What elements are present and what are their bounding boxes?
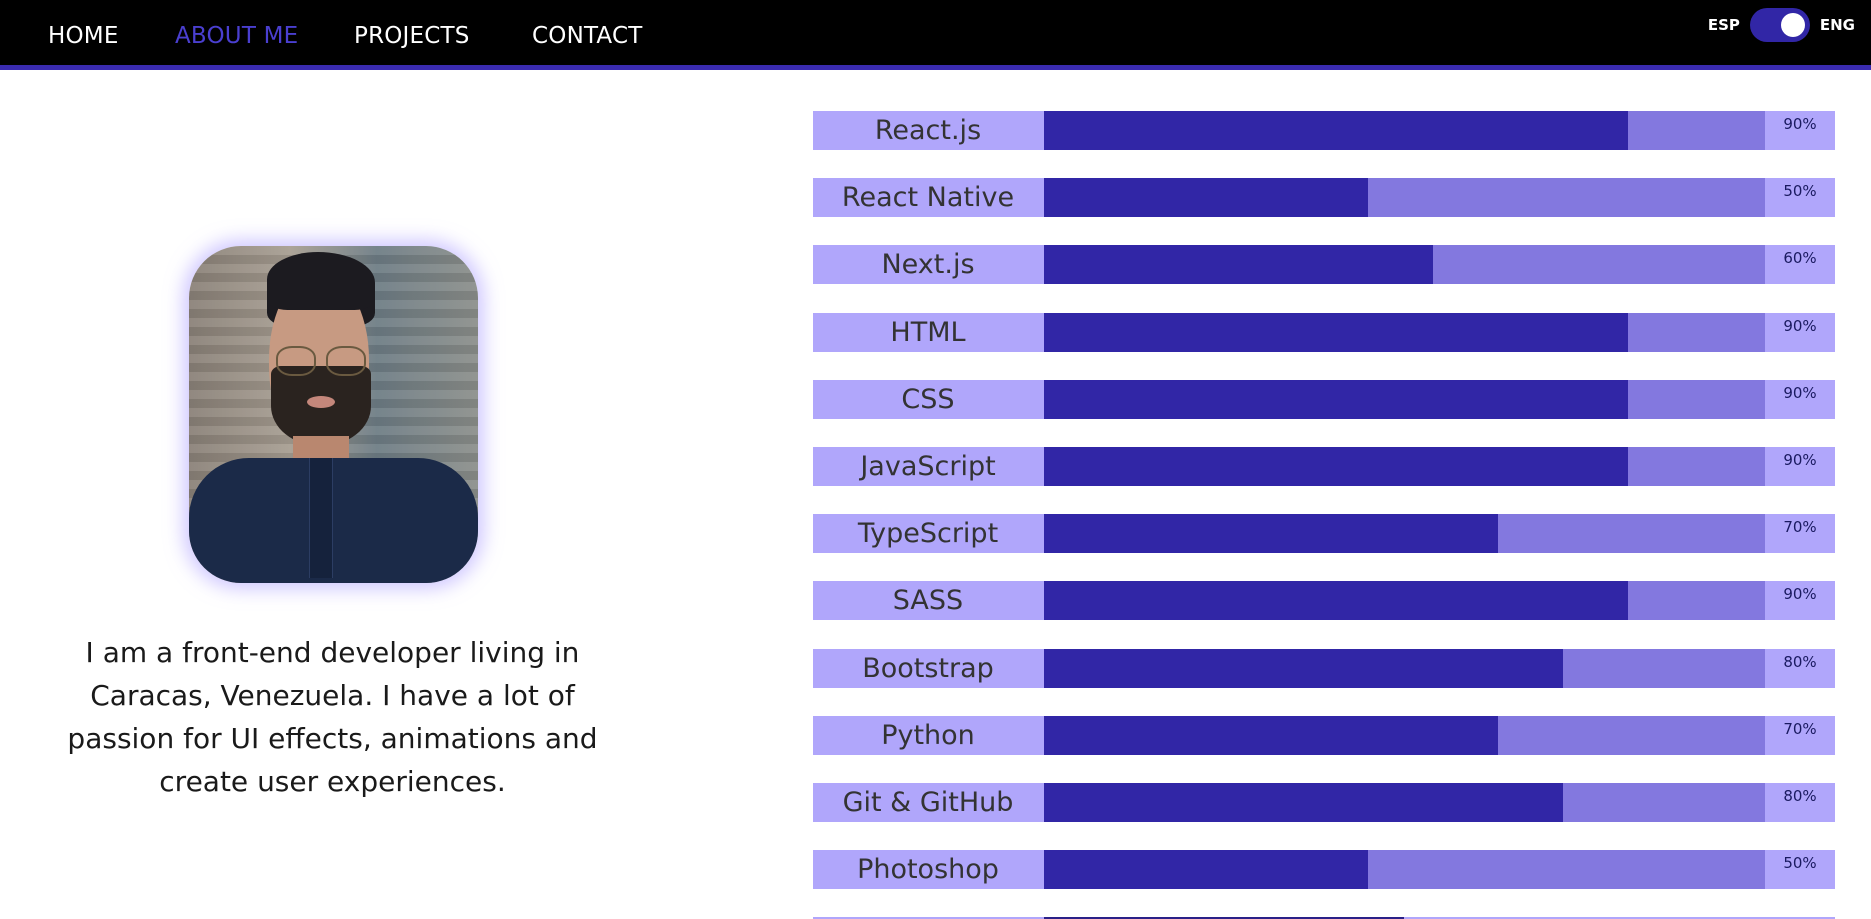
skill-percent-label: 50% bbox=[1783, 854, 1817, 872]
skill-progress-fill bbox=[1044, 581, 1628, 620]
nav-home-link[interactable]: HOME bbox=[48, 20, 119, 52]
skill-row: React Native 50% bbox=[813, 178, 1835, 217]
skill-progress-track bbox=[1044, 783, 1765, 822]
skill-progress-fill bbox=[1044, 649, 1563, 688]
skill-name: HTML bbox=[890, 317, 966, 348]
skill-progress-fill bbox=[1044, 850, 1368, 889]
skill-percent-label: 80% bbox=[1783, 653, 1817, 671]
language-switcher: ESP ENG bbox=[1708, 8, 1855, 42]
skill-name: Python bbox=[881, 720, 975, 751]
skill-percent-label: 50% bbox=[1783, 182, 1817, 200]
skill-progress-track bbox=[1044, 380, 1765, 419]
skill-row: HTML 90% bbox=[813, 313, 1835, 352]
skill-progress-fill bbox=[1044, 447, 1628, 486]
skill-name: Photoshop bbox=[857, 854, 999, 885]
skill-progress-fill bbox=[1044, 783, 1563, 822]
skill-row: Python 70% bbox=[813, 716, 1835, 755]
skill-name: Git & GitHub bbox=[842, 787, 1014, 818]
about-bio-text: I am a front-end developer living in Car… bbox=[67, 636, 598, 798]
skill-progress-fill bbox=[1044, 178, 1368, 217]
skill-percent-label: 90% bbox=[1783, 115, 1817, 133]
nav-projects-link[interactable]: PROJECTS bbox=[354, 20, 470, 52]
skill-percent-label: 70% bbox=[1783, 518, 1817, 536]
photo-hair-top bbox=[267, 252, 375, 310]
skill-progress-track bbox=[1044, 850, 1765, 889]
skill-name: Next.js bbox=[881, 249, 975, 280]
skill-progress-fill bbox=[1044, 716, 1498, 755]
lang-eng-label: ENG bbox=[1819, 16, 1855, 34]
skill-name: React Native bbox=[841, 182, 1015, 213]
photo-shirt-placket bbox=[309, 458, 333, 578]
skill-row: React.js 90% bbox=[813, 111, 1835, 150]
photo-glasses-right bbox=[326, 346, 366, 376]
skill-name: CSS bbox=[901, 384, 955, 415]
skill-percent-label: 80% bbox=[1783, 787, 1817, 805]
skill-percent-label: 70% bbox=[1783, 720, 1817, 738]
skill-progress-track bbox=[1044, 649, 1765, 688]
skill-name: React.js bbox=[874, 115, 982, 146]
skill-row: JavaScript 90% bbox=[813, 447, 1835, 486]
photo-shirt bbox=[189, 458, 478, 583]
skill-row: Bootstrap 80% bbox=[813, 649, 1835, 688]
skill-percent-label: 90% bbox=[1783, 585, 1817, 603]
skill-row: CSS 90% bbox=[813, 380, 1835, 419]
photo-mouth bbox=[307, 396, 335, 408]
skill-name: TypeScript bbox=[857, 518, 999, 549]
profile-photo-image bbox=[189, 246, 478, 583]
skill-progress-fill bbox=[1044, 245, 1433, 284]
profile-photo bbox=[189, 246, 478, 583]
skill-progress-track bbox=[1044, 245, 1765, 284]
skill-percent-label: 90% bbox=[1783, 384, 1817, 402]
skill-progress-fill bbox=[1044, 514, 1498, 553]
skill-progress-track bbox=[1044, 514, 1765, 553]
skill-progress-fill bbox=[1044, 313, 1628, 352]
skill-progress-track bbox=[1044, 716, 1765, 755]
lang-esp-label: ESP bbox=[1707, 16, 1740, 34]
skill-row: Photoshop 50% bbox=[813, 850, 1835, 889]
skill-progress-track bbox=[1044, 178, 1765, 217]
skill-name: JavaScript bbox=[860, 451, 996, 482]
skill-progress-track bbox=[1044, 447, 1765, 486]
skill-percent-label: 60% bbox=[1783, 249, 1817, 267]
nav-contact-link[interactable]: CONTACT bbox=[532, 20, 642, 52]
navbar: HOME ABOUT ME PROJECTS CONTACT ESP ENG bbox=[0, 0, 1871, 70]
skill-row: Next.js 60% bbox=[813, 245, 1835, 284]
skill-row: Git & GitHub 80% bbox=[813, 783, 1835, 822]
skill-row: TypeScript 70% bbox=[813, 514, 1835, 553]
skill-progress-track bbox=[1044, 111, 1765, 150]
toggle-knob bbox=[1780, 13, 1805, 37]
skill-progress-fill bbox=[1044, 380, 1628, 419]
skill-name: Bootstrap bbox=[862, 653, 994, 684]
skill-progress-track bbox=[1044, 581, 1765, 620]
skill-percent-label: 90% bbox=[1783, 317, 1817, 335]
skill-percent-label: 90% bbox=[1783, 451, 1817, 469]
photo-glasses-left bbox=[276, 346, 316, 376]
skill-progress-fill bbox=[1044, 111, 1628, 150]
skill-row: SASS 90% bbox=[813, 581, 1835, 620]
language-toggle[interactable] bbox=[1749, 8, 1810, 42]
skill-name: SASS bbox=[892, 585, 964, 616]
skill-progress-track bbox=[1044, 313, 1765, 352]
nav-about-me-link[interactable]: ABOUT ME bbox=[175, 20, 298, 52]
